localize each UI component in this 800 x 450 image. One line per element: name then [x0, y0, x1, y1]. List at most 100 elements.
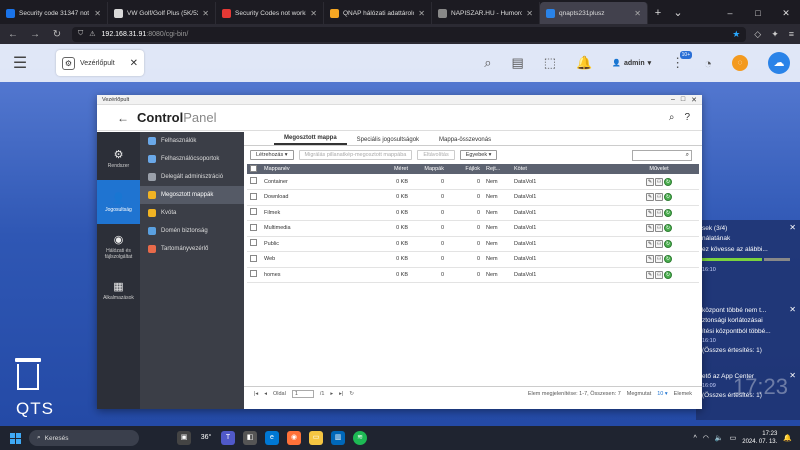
permissions-icon[interactable]: ⚇	[655, 255, 663, 264]
prev-page-icon[interactable]: ◂	[264, 391, 267, 397]
edit-icon[interactable]: ✎	[646, 255, 654, 264]
refresh-icon[interactable]: ↻	[664, 270, 672, 279]
first-page-icon[interactable]: |◂	[254, 391, 258, 397]
battery-icon[interactable]: ▭	[730, 434, 737, 442]
table-row[interactable]: homes 0 KB 0 0 Nem DataVol1 ✎ ⚇ ↻	[247, 267, 699, 283]
select-all-header[interactable]	[247, 164, 261, 174]
create-button[interactable]: Létrehozás ▾	[250, 150, 294, 160]
column-header[interactable]: Mappanév	[261, 164, 371, 174]
permissions-icon[interactable]: ⚇	[655, 270, 663, 279]
search-icon[interactable]: ⌕	[669, 112, 675, 123]
pocket-icon[interactable]: ◇	[754, 29, 761, 40]
minimize-icon[interactable]: –	[716, 8, 744, 18]
close-icon[interactable]: ✕	[130, 58, 138, 69]
close-icon[interactable]: ✕	[789, 222, 796, 235]
file-explorer-icon[interactable]: ▭	[309, 431, 323, 445]
close-icon[interactable]: ✕	[634, 9, 641, 18]
next-page-icon[interactable]: ▸	[330, 391, 333, 397]
table-row[interactable]: Container 0 KB 0 0 Nem DataVol1 ✎ ⚇ ↻	[247, 174, 699, 190]
external-device-icon[interactable]: ⬚	[544, 55, 556, 71]
row-checkbox[interactable]	[250, 208, 257, 216]
search-icon[interactable]: ⌕	[484, 55, 491, 71]
close-icon[interactable]: ✕	[202, 9, 209, 18]
extensions-icon[interactable]: ✦	[771, 29, 779, 40]
close-icon[interactable]: ✕	[772, 8, 800, 19]
row-select[interactable]	[247, 267, 261, 283]
notification-more[interactable]: (Összes értesítés: 1)	[702, 346, 794, 356]
wifi-icon[interactable]: ◠	[703, 434, 709, 442]
remove-button[interactable]: Eltávolítás	[417, 150, 455, 160]
taskbar-search[interactable]: ⌕ Keresés	[29, 430, 139, 446]
tab-folder-aggregation[interactable]: Mappa-összevonás	[429, 137, 501, 145]
widgets-icon[interactable]: ◧	[243, 431, 257, 445]
user-menu[interactable]: 👤 admin ▾	[612, 59, 651, 68]
close-icon[interactable]: ✕	[691, 96, 697, 104]
row-checkbox[interactable]	[250, 177, 257, 184]
firefox-icon[interactable]: ◉	[287, 431, 301, 445]
subnav-item[interactable]: Tartományvezérlő	[140, 240, 244, 258]
window-titlebar[interactable]: Vezérlőpult – □ ✕	[97, 95, 702, 105]
row-select[interactable]	[247, 189, 261, 206]
refresh-icon[interactable]: ↻	[349, 391, 354, 397]
browser-tab[interactable]: Security Codes not working ✕	[216, 2, 324, 24]
trash-icon[interactable]	[14, 358, 42, 392]
row-checkbox[interactable]	[250, 223, 257, 231]
task-view-icon[interactable]: ▣	[177, 431, 191, 445]
table-row[interactable]: Web 0 KB 0 0 Nem DataVol1 ✎ ⚇ ↻	[247, 251, 699, 268]
cloud-icon[interactable]: ☁	[768, 52, 790, 74]
row-select[interactable]	[247, 174, 261, 190]
edit-icon[interactable]: ✎	[646, 208, 654, 217]
select-all-checkbox[interactable]	[250, 164, 257, 172]
permissions-icon[interactable]: ⚇	[655, 177, 663, 186]
permissions-icon[interactable]: ⚇	[655, 208, 663, 217]
column-header[interactable]: Fájlok	[447, 164, 483, 174]
category-item[interactable]: ◉ Hálózati és fájlszolgáltat	[97, 224, 140, 268]
table-row[interactable]: Multimedia 0 KB 0 0 Nem DataVol1 ✎ ⚇ ↻	[247, 220, 699, 237]
row-checkbox[interactable]	[250, 239, 257, 247]
browser-tab[interactable]: NAPISZAR.HU - Humoros ✕	[432, 2, 540, 24]
notification-bell-icon[interactable]: 🔔	[783, 434, 792, 442]
column-header[interactable]: Rejt...	[483, 164, 511, 174]
row-checkbox[interactable]	[250, 192, 257, 200]
subnav-item[interactable]: Domén biztonság	[140, 222, 244, 240]
chevron-up-icon[interactable]: ^	[694, 435, 697, 442]
store-icon[interactable]: ▥	[331, 431, 345, 445]
menu-icon[interactable]: ≡	[789, 29, 794, 40]
subnav-item[interactable]: Megosztott mappák	[140, 186, 244, 204]
refresh-icon[interactable]: ↻	[664, 208, 672, 217]
search-input[interactable]: ⌕	[632, 149, 692, 161]
bell-icon[interactable]: 🔔	[576, 55, 592, 71]
reload-icon[interactable]: ↻	[50, 29, 64, 40]
edit-icon[interactable]: ✎	[646, 193, 654, 202]
minimize-icon[interactable]: –	[671, 96, 675, 104]
close-icon[interactable]: ✕	[789, 370, 796, 383]
address-bar[interactable]: ⛉ ⚠ 192.168.31.91:8080/cgi-bin/ ★	[72, 26, 747, 42]
speaker-icon[interactable]: 🔈	[715, 434, 724, 442]
edge-icon[interactable]: e	[265, 431, 279, 445]
maximize-icon[interactable]: □	[681, 96, 685, 104]
tab-list-icon[interactable]: ⌄	[668, 2, 688, 24]
dashboard-icon[interactable]: ◔	[704, 56, 712, 71]
table-row[interactable]: Filmek 0 KB 0 0 Nem DataVol1 ✎ ⚇ ↻	[247, 205, 699, 221]
new-tab-icon[interactable]: +	[648, 2, 668, 24]
close-icon[interactable]: ✕	[418, 9, 425, 18]
column-header[interactable]: Méret	[371, 164, 411, 174]
edit-icon[interactable]: ✎	[646, 239, 654, 248]
subnav-item[interactable]: Felhasználók	[140, 132, 244, 150]
notification-card[interactable]: ✕ sek (3/4) nálatának ez kövesse az aláb…	[696, 220, 800, 302]
page-input[interactable]: 1	[291, 389, 314, 398]
browser-tab[interactable]: Security code 31347 not wo ✕	[0, 2, 108, 24]
back-arrow-icon[interactable]: ←	[6, 29, 20, 40]
table-row[interactable]: Public 0 KB 0 0 Nem DataVol1 ✎ ⚇ ↻	[247, 236, 699, 252]
windows-start-icon[interactable]	[10, 432, 21, 444]
permissions-icon[interactable]: ⚇	[655, 224, 663, 233]
subnav-item[interactable]: Felhasználócsoportok	[140, 150, 244, 168]
row-checkbox[interactable]	[250, 254, 257, 262]
last-page-icon[interactable]: ▸|	[339, 391, 343, 397]
row-checkbox[interactable]	[250, 270, 257, 278]
close-icon[interactable]: ✕	[94, 9, 101, 18]
more-button[interactable]: Egyebek ▾	[459, 150, 498, 160]
edit-icon[interactable]: ✎	[646, 270, 654, 279]
main-menu-icon[interactable]: ☰	[0, 53, 40, 73]
browser-tab[interactable]: QNAP hálózati adattároló ✕	[324, 2, 432, 24]
